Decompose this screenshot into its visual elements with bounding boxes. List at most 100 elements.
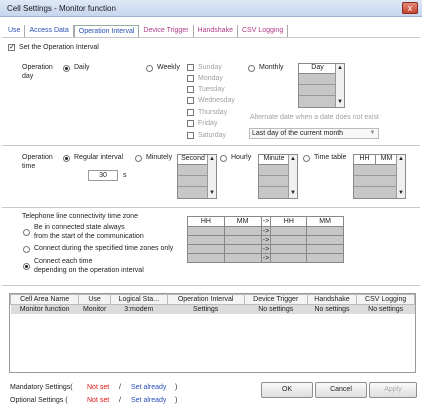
weekly-label: Weekly: [157, 64, 180, 71]
list-item[interactable]: [299, 74, 336, 85]
regular-interval-label: Regular interval: [74, 154, 124, 161]
timetable-listbox[interactable]: HH MM ▲ ▼: [353, 154, 406, 199]
cancel-button[interactable]: Cancel: [315, 382, 367, 398]
weekday-sunday-checkbox[interactable]: [187, 64, 194, 71]
telephone-option-1-label: Be in connected state always: [34, 224, 125, 231]
weekday-thursday: Thursday: [198, 109, 228, 116]
day-list-scrollbar[interactable]: ▲ ▼: [335, 64, 344, 107]
minutely-radio[interactable]: [135, 155, 142, 162]
list-item[interactable]: [259, 165, 289, 176]
weekday-wednesday: Wednesday: [198, 97, 235, 104]
telephone-option-3-radio[interactable]: [23, 263, 30, 270]
minute-listbox[interactable]: Minute ▲ ▼: [258, 154, 298, 199]
scroll-up-icon[interactable]: ▲: [289, 155, 297, 164]
daily-radio[interactable]: [63, 65, 70, 72]
tab-operation-interval[interactable]: Operation Interval: [73, 25, 140, 37]
col-use[interactable]: Use: [78, 294, 112, 305]
mandatory-settings-label: Mandatory Settings(: [10, 384, 73, 391]
tz-arrow-header: ->: [260, 216, 272, 227]
second-list-scrollbar[interactable]: ▲ ▼: [207, 155, 216, 198]
table-row[interactable]: ->: [187, 244, 344, 254]
telephone-option-1-label-2: from the start of the communication: [34, 233, 144, 240]
col-logical-station[interactable]: Logical Sta...: [110, 294, 168, 305]
list-item[interactable]: [178, 165, 208, 176]
col-handshake[interactable]: Handshake: [306, 294, 358, 305]
scroll-up-icon[interactable]: ▲: [336, 64, 344, 73]
tab-access-data[interactable]: Access Data: [25, 25, 74, 37]
chevron-down-icon: ▼: [369, 130, 376, 136]
weekly-radio[interactable]: [146, 65, 153, 72]
weekday-monday-checkbox[interactable]: [187, 75, 194, 82]
scroll-up-icon[interactable]: ▲: [208, 155, 216, 164]
alternate-date-value: Last day of the current month: [252, 130, 344, 137]
time-zone-table: HH MM -> HH MM -> -> -> ->: [187, 216, 344, 263]
scroll-down-icon[interactable]: ▼: [397, 189, 405, 198]
telephone-option-3-label: Connect each time: [34, 258, 93, 265]
tab-handshake[interactable]: Handshake: [194, 25, 238, 37]
close-button[interactable]: x: [402, 2, 418, 14]
scroll-down-icon[interactable]: ▼: [289, 189, 297, 198]
list-item[interactable]: [178, 187, 208, 198]
monthly-label: Monthly: [259, 64, 284, 71]
list-item[interactable]: [299, 96, 336, 107]
cell-csv-logging: No settings: [356, 304, 415, 314]
list-item[interactable]: [259, 176, 289, 187]
tab-csv-logging[interactable]: CSV Logging: [238, 25, 289, 37]
minute-list-header: Minute: [259, 155, 289, 165]
set-interval-checkbox[interactable]: [8, 43, 15, 51]
hourly-radio[interactable]: [220, 155, 227, 162]
alternate-date-select[interactable]: Last day of the current month ▼: [249, 128, 379, 139]
list-item[interactable]: [259, 187, 289, 198]
table-row[interactable]: ->: [187, 253, 344, 263]
tab-device-trigger[interactable]: Device Trigger: [139, 25, 194, 37]
col-device-trigger[interactable]: Device Trigger: [243, 294, 308, 305]
weekday-tuesday-checkbox[interactable]: [187, 86, 194, 93]
weekday-saturday-checkbox[interactable]: [187, 132, 194, 139]
table-row[interactable]: ->: [187, 226, 344, 236]
list-item[interactable]: [178, 176, 208, 187]
scroll-up-icon[interactable]: ▲: [397, 155, 405, 164]
weekday-wednesday-checkbox[interactable]: [187, 97, 194, 104]
window-title: Cell Settings - Monitor function: [7, 4, 116, 13]
day-listbox[interactable]: Day ▲ ▼: [298, 63, 345, 108]
col-cell-area-name[interactable]: Cell Area Name: [9, 294, 80, 305]
tz-start-mm-header: MM: [223, 216, 262, 227]
list-item[interactable]: [299, 85, 336, 96]
day-list-header: Day: [299, 64, 336, 74]
mandatory-slash: /: [119, 384, 121, 391]
cell-operation-interval: Settings: [167, 304, 245, 314]
scroll-down-icon[interactable]: ▼: [336, 98, 344, 107]
telephone-option-2-radio[interactable]: [23, 246, 30, 253]
timetable-scrollbar[interactable]: ▲ ▼: [396, 155, 405, 198]
list-item[interactable]: [354, 165, 397, 176]
weekday-friday-checkbox[interactable]: [187, 120, 194, 127]
col-operation-interval[interactable]: Operation Interval: [166, 294, 245, 305]
tab-bar: Use Access Data Operation Interval Devic…: [4, 25, 289, 37]
interval-input[interactable]: 30: [88, 170, 118, 181]
minute-list-scrollbar[interactable]: ▲ ▼: [288, 155, 297, 198]
tz-start-hh-header: HH: [187, 216, 225, 227]
table-row[interactable]: ->: [187, 235, 344, 245]
scroll-down-icon[interactable]: ▼: [208, 189, 216, 198]
list-item[interactable]: [354, 176, 397, 187]
list-item[interactable]: [354, 187, 397, 198]
table-row[interactable]: Monitor function Monitor 3:modem Setting…: [10, 304, 415, 314]
tab-underline: [2, 37, 420, 38]
weekday-monday: Monday: [198, 75, 223, 82]
timetable-radio[interactable]: [303, 155, 310, 162]
col-csv-logging[interactable]: CSV Logging: [356, 294, 415, 305]
second-listbox[interactable]: Second ▲ ▼: [177, 154, 217, 199]
telephone-option-1-radio[interactable]: [23, 229, 30, 236]
tab-use[interactable]: Use: [4, 25, 26, 37]
timetable-mm-header: MM: [380, 155, 393, 162]
ok-button[interactable]: OK: [261, 382, 313, 398]
monthly-radio[interactable]: [248, 65, 255, 72]
apply-button[interactable]: Apply: [369, 382, 417, 398]
weekday-sunday: Sunday: [198, 64, 222, 71]
tz-end-mm-header: MM: [306, 216, 344, 227]
regular-interval-radio[interactable]: [63, 155, 70, 162]
mandatory-set-already: Set already: [131, 384, 167, 391]
weekday-thursday-checkbox[interactable]: [187, 109, 194, 116]
alternate-date-label: Alternate date when a date does not exis…: [250, 114, 379, 121]
telephone-option-2-label: Connect during the specified time zones …: [34, 245, 174, 252]
